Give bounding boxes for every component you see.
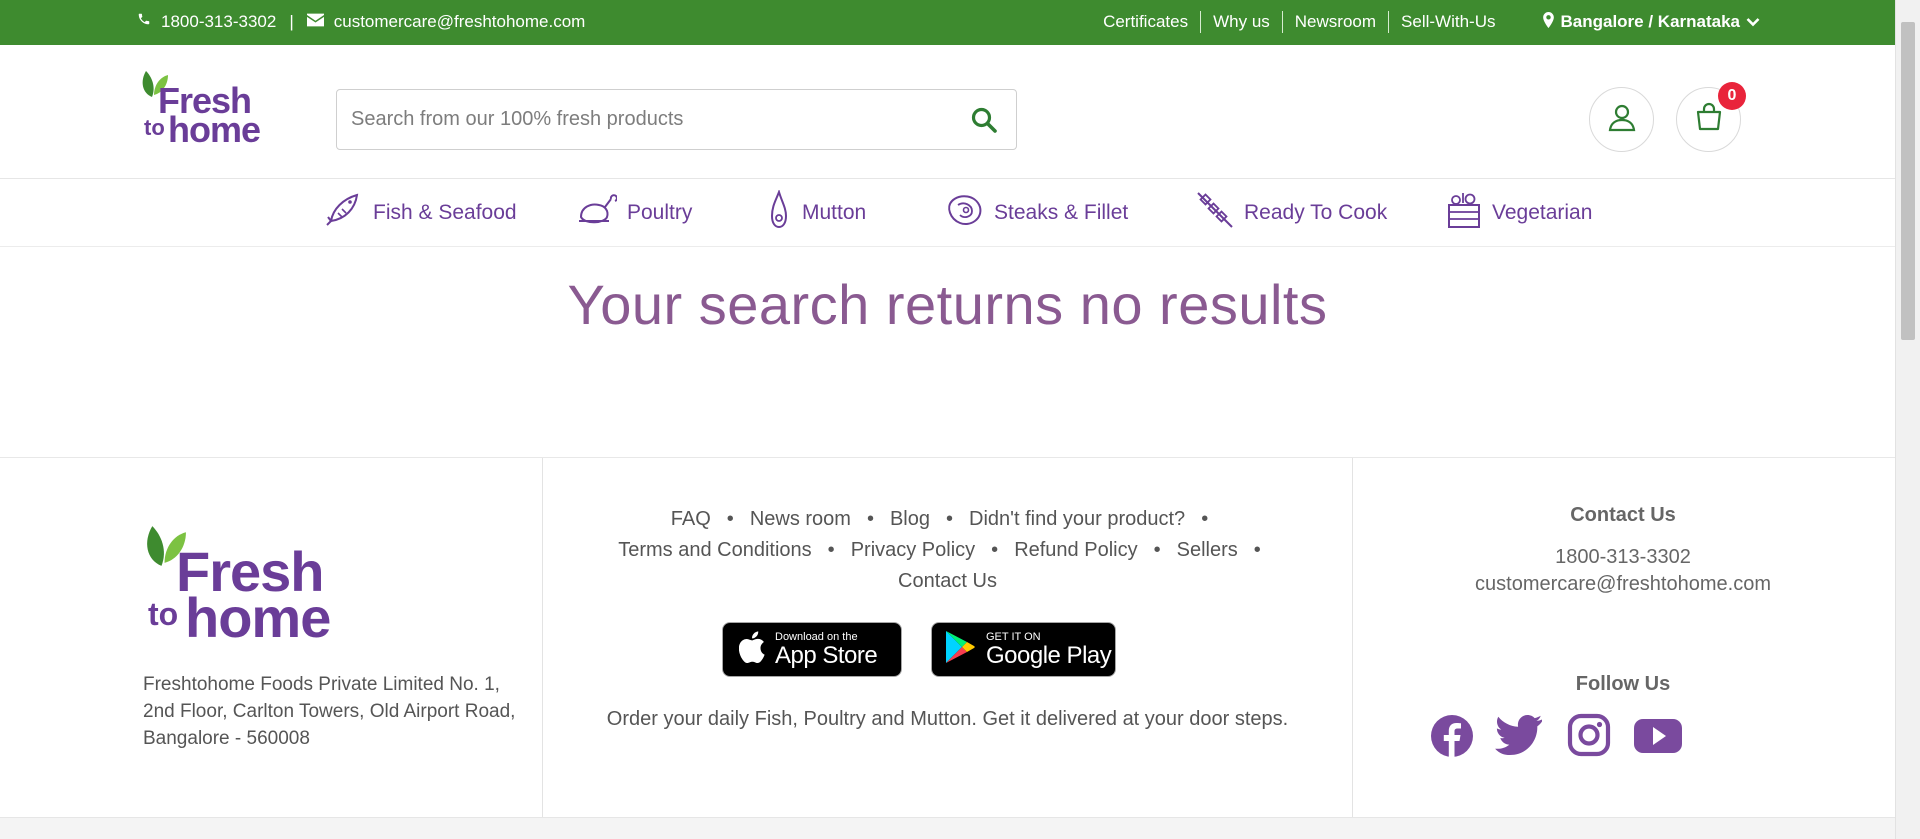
certificates-link[interactable]: Certificates [1091, 11, 1202, 33]
contact-us-heading: Contact Us [1570, 504, 1676, 526]
top-bar: 1800-313-3302 | customercare@freshtohome… [0, 0, 1895, 45]
footer-divider [542, 458, 543, 818]
footer-tagline: Order your daily Fish, Poultry and Mutto… [606, 708, 1289, 730]
footer-link-terms[interactable]: Terms and Conditions [618, 539, 811, 561]
bullet: • [946, 508, 954, 530]
twitter-icon[interactable] [1495, 713, 1543, 761]
search-icon[interactable] [970, 106, 998, 134]
bottom-strip [0, 817, 1895, 839]
footer-link-faq[interactable]: FAQ [671, 508, 711, 530]
map-marker-icon [1543, 11, 1555, 33]
no-results-message: Your search returns no results [567, 273, 1328, 336]
nav-label: Mutton [802, 201, 867, 224]
page-scrollbar[interactable] [1895, 0, 1920, 839]
google-play-small-text: GET IT ON [986, 630, 1041, 643]
footer: Fresh to home Freshtohome Foods Private … [0, 457, 1895, 818]
bullet: • [1253, 539, 1261, 561]
app-store-button[interactable]: Download on the App Store [722, 622, 902, 677]
user-icon [1607, 102, 1637, 137]
bullet: • [1201, 508, 1209, 530]
sell-with-us-link[interactable]: Sell-With-Us [1389, 11, 1507, 33]
footer-link-sellers[interactable]: Sellers [1177, 539, 1238, 561]
footer-link-contact-us[interactable]: Contact Us [898, 570, 997, 592]
logo-to: to [144, 115, 165, 140]
footer-link-privacy[interactable]: Privacy Policy [851, 539, 975, 561]
why-us-link[interactable]: Why us [1201, 11, 1283, 33]
page: 1800-313-3302 | customercare@freshtohome… [0, 0, 1895, 839]
bullet: • [991, 539, 999, 561]
apple-icon [738, 631, 765, 668]
cart-icon [1693, 102, 1725, 137]
top-separator: | [289, 11, 294, 31]
poultry-icon [577, 191, 618, 235]
newsroom-link[interactable]: Newsroom [1283, 11, 1390, 33]
location-label: Bangalore / Karnataka [1560, 12, 1740, 31]
chevron-down-icon [1746, 12, 1760, 32]
nav-label: Ready To Cook [1244, 201, 1388, 224]
google-play-button[interactable]: GET IT ON Google Play [931, 622, 1116, 677]
nav-item-steaks-fillet[interactable]: Steaks & Fillet [946, 193, 1128, 233]
logo-home: home [185, 586, 331, 649]
bullet: • [726, 508, 734, 530]
nav-item-poultry[interactable]: Poultry [577, 193, 692, 233]
logo-to: to [148, 596, 179, 632]
google-play-icon [944, 630, 976, 669]
footer-link-didnt-find-product[interactable]: Didn't find your product? [969, 508, 1185, 530]
search-box [336, 89, 1017, 150]
follow-us-heading: Follow Us [1575, 673, 1671, 695]
youtube-icon[interactable] [1633, 713, 1685, 761]
mutton-icon [766, 188, 792, 236]
nav-label: Poultry [627, 201, 693, 224]
facebook-icon[interactable] [1429, 713, 1477, 761]
envelope-icon [306, 12, 324, 32]
header-logo[interactable]: Fresh to home [138, 67, 261, 150]
contact-email[interactable]: customercare@freshtohome.com [1353, 573, 1893, 596]
nav-label: Steaks & Fillet [994, 201, 1129, 224]
header: Fresh to home 0 [0, 45, 1895, 179]
footer-links: FAQ • News room • Blog • Didn't find your prod… [555, 504, 1340, 597]
nav-item-fish-seafood[interactable]: Fish & Seafood [325, 193, 517, 233]
app-store-text: Download on the App Store [775, 630, 878, 669]
phone-icon [137, 11, 151, 32]
location-selector[interactable]: Bangalore / Karnataka [1543, 11, 1760, 33]
fish-icon [325, 191, 363, 235]
account-button[interactable] [1589, 87, 1654, 152]
top-phone-link[interactable]: 1800-313-3302 [161, 12, 276, 32]
contact-phone[interactable]: 1800-313-3302 [1353, 546, 1893, 569]
bullet: • [1153, 539, 1161, 561]
nav-label: Fish & Seafood [373, 201, 517, 224]
footer-link-blog[interactable]: Blog [890, 508, 930, 530]
logo-home: home [168, 109, 261, 150]
cart-count-badge: 0 [1718, 82, 1746, 110]
cart-button[interactable]: 0 [1676, 82, 1746, 152]
company-address: Freshtohome Foods Private Limited No. 1,… [143, 674, 516, 749]
footer-logo[interactable]: Fresh to home [140, 520, 331, 649]
category-nav: Fish & Seafood Poultry Mutton Steaks & F… [0, 179, 1895, 247]
nav-label: Vegetarian [1492, 201, 1593, 224]
bullet: • [827, 539, 835, 561]
skewer-icon [1196, 191, 1234, 235]
google-play-text: GET IT ON Google Play [986, 630, 1112, 669]
app-store-big-text: App Store [775, 641, 878, 669]
app-store-small-text: Download on the [775, 630, 858, 643]
footer-link-news-room[interactable]: News room [750, 508, 851, 530]
steak-icon [946, 191, 984, 235]
top-email-link[interactable]: customercare@freshtohome.com [334, 12, 586, 32]
vegetable-basket-icon [1446, 191, 1482, 235]
bullet: • [866, 508, 874, 530]
footer-link-refund[interactable]: Refund Policy [1014, 539, 1137, 561]
nav-item-vegetarian[interactable]: Vegetarian [1446, 193, 1592, 233]
nav-item-mutton[interactable]: Mutton [766, 188, 867, 236]
google-play-big-text: Google Play [986, 641, 1112, 669]
scrollbar-thumb[interactable] [1901, 22, 1915, 340]
instagram-icon[interactable] [1567, 713, 1615, 761]
search-input[interactable] [351, 90, 941, 149]
nav-item-ready-to-cook[interactable]: Ready To Cook [1196, 191, 1388, 235]
